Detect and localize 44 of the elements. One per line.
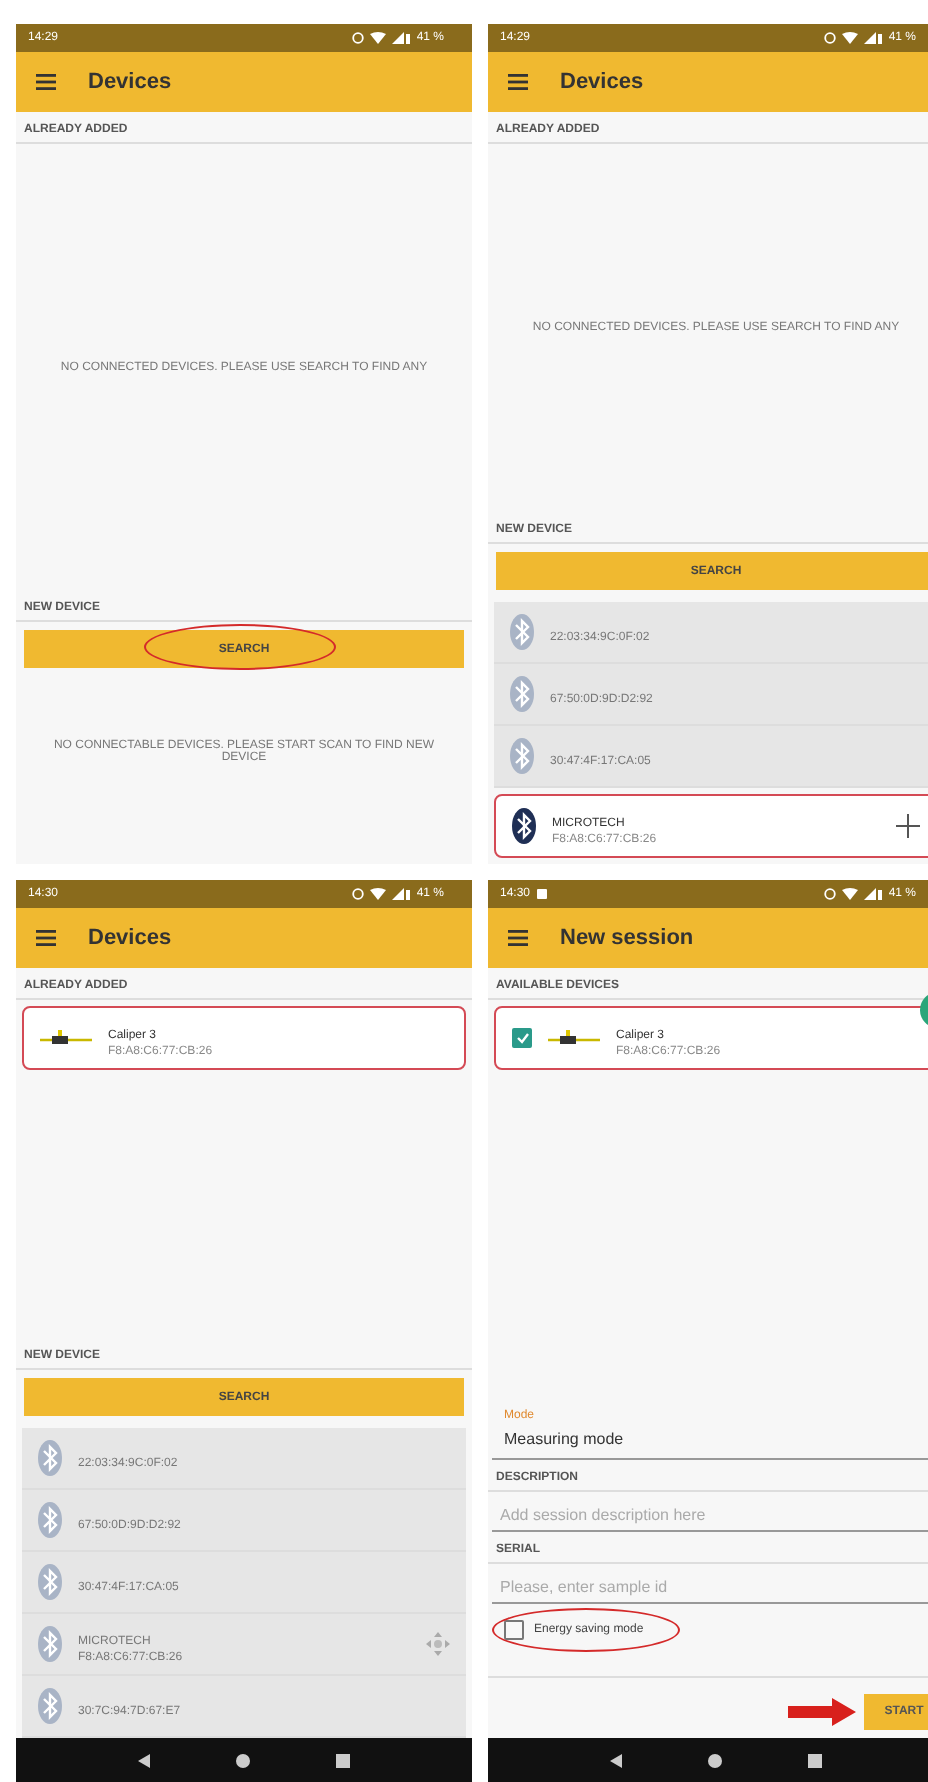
wifi-icon <box>370 888 387 900</box>
alarm-icon <box>352 888 365 900</box>
dropdown-value: Measuring mode <box>504 1430 626 1448</box>
home-icon <box>235 1753 250 1767</box>
text-input[interactable]: Please, enter sample id <box>492 1572 928 1604</box>
alarm-icon <box>824 888 837 900</box>
signal-battery-icon <box>864 32 883 44</box>
alarm-icon <box>352 32 365 44</box>
bluetooth-icon <box>510 676 534 712</box>
home-icon <box>707 1753 722 1767</box>
wifi-icon <box>842 888 859 900</box>
recents-icon <box>335 1753 350 1767</box>
bluetooth-icon <box>510 738 534 774</box>
screen-title: New session <box>560 926 694 950</box>
checkbox[interactable] <box>512 1028 532 1048</box>
bluetooth-icon <box>512 808 536 844</box>
menu-icon[interactable] <box>508 930 528 946</box>
bluetooth-icon <box>38 1564 62 1600</box>
screen-title: Devices <box>560 70 644 94</box>
caliper-icon <box>548 1028 600 1048</box>
signal-battery-icon <box>392 888 411 900</box>
alarm-icon <box>824 32 837 44</box>
bluetooth-icon <box>38 1626 62 1662</box>
recents-icon <box>807 1753 822 1767</box>
checkbox[interactable] <box>504 1620 524 1640</box>
wifi-icon <box>370 32 387 44</box>
plus-icon[interactable] <box>896 814 920 838</box>
bluetooth-icon <box>510 614 534 650</box>
back-icon <box>138 1753 151 1767</box>
signal-battery-icon <box>392 32 411 44</box>
wifi-icon <box>842 32 859 44</box>
caliper-icon <box>40 1028 92 1048</box>
back-icon <box>610 1753 623 1767</box>
bluetooth-icon <box>38 1440 62 1476</box>
screen-title: Devices <box>88 926 172 950</box>
bluetooth-icon <box>38 1688 62 1724</box>
check-icon <box>515 1032 529 1044</box>
signal-battery-icon <box>864 888 883 900</box>
text-input[interactable]: Add session description here <box>492 1500 928 1532</box>
menu-icon[interactable] <box>36 930 56 946</box>
bluetooth-icon <box>38 1502 62 1538</box>
screen-title: Devices <box>88 70 172 94</box>
menu-icon[interactable] <box>508 74 528 90</box>
menu-icon[interactable] <box>36 74 56 90</box>
